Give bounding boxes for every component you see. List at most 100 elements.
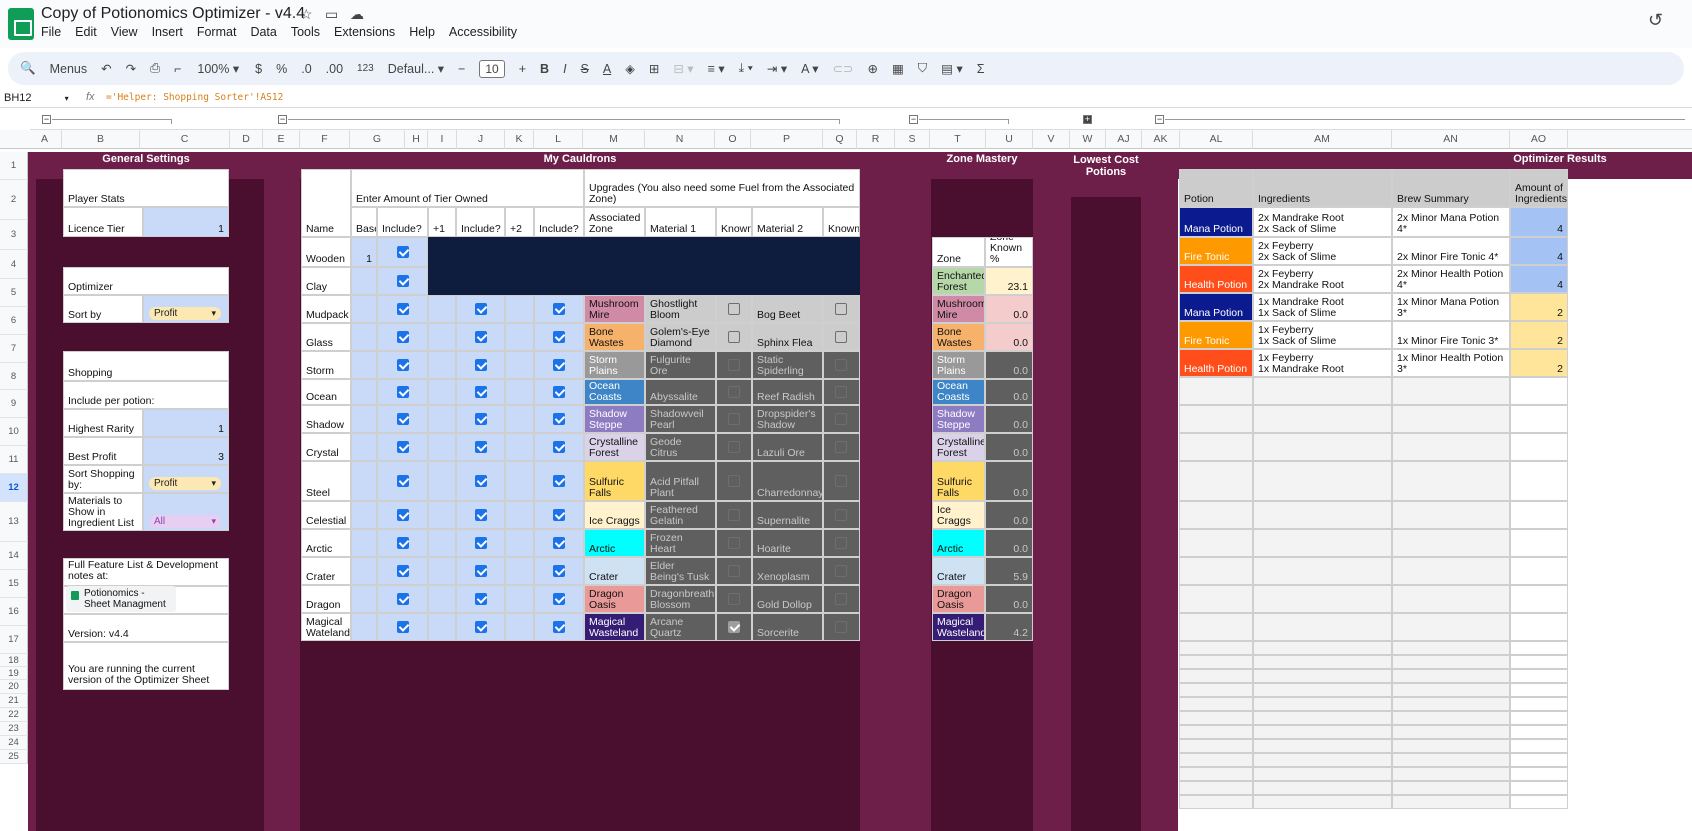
tier-input[interactable] [505,585,534,613]
row-header-2[interactable]: 2 [0,180,28,220]
column-header-an[interactable]: AN [1392,130,1510,149]
cauldron-base-input[interactable] [351,613,377,641]
tier-input[interactable] [428,433,456,461]
column-header-p[interactable]: P [751,130,823,149]
cauldron-base-input[interactable] [351,433,377,461]
row-header-3[interactable]: 3 [0,220,28,250]
include-checkbox[interactable] [474,565,487,577]
merge-icon[interactable]: ⊟ ▾ [673,61,693,76]
include-checkbox[interactable] [396,537,409,549]
include-checkbox[interactable] [474,593,487,605]
sheet-management-link[interactable]: Potionomics - Sheet Managment [66,586,176,612]
column-header-a[interactable]: A [28,130,62,149]
column-header-u[interactable]: U [986,130,1033,149]
include-checkbox[interactable] [396,621,409,633]
sheet-grid[interactable]: General Settings My Cauldrons Zone Maste… [28,152,1692,831]
include-checkbox[interactable] [396,413,409,425]
sum-button[interactable]: Σ [977,62,985,76]
tier-input[interactable] [428,461,456,501]
cauldron-base-input[interactable] [351,557,377,585]
menu-tools[interactable]: Tools [291,25,320,39]
formula-input[interactable]: ='Helper: Shopping Sorter'!AS12 [106,92,283,103]
include-checkbox[interactable] [553,509,565,521]
licence-tier-input[interactable]: 1 [143,207,229,237]
material-2-known-checkbox[interactable] [835,621,847,633]
material-2-known-checkbox[interactable] [835,331,847,343]
search-icon[interactable]: 🔍 [20,61,36,76]
row-header-18[interactable]: 18 [0,654,28,667]
column-header-l[interactable]: L [534,130,583,149]
include-checkbox[interactable] [396,509,409,521]
sheets-logo-icon[interactable] [8,8,34,40]
menu-help[interactable]: Help [409,25,435,39]
history-icon[interactable]: ↺ [1648,10,1663,31]
group-toggle[interactable]: − [278,115,287,124]
menu-edit[interactable]: Edit [75,25,97,39]
column-header-al[interactable]: AL [1180,130,1253,149]
filter-icon[interactable]: ⛉ [918,61,927,76]
column-header-b[interactable]: B [62,130,140,149]
material-2-known-checkbox[interactable] [835,303,847,315]
row-header-20[interactable]: 20 [0,680,28,694]
row-header-1[interactable]: 1 [0,152,28,180]
include-checkbox[interactable] [553,441,565,453]
material-1-known-checkbox[interactable] [728,537,740,549]
include-checkbox[interactable] [553,386,565,398]
column-header-ao[interactable]: AO [1510,130,1568,149]
row-header-11[interactable]: 11 [0,446,28,474]
tier-input[interactable] [505,379,534,405]
cauldron-base-input[interactable] [351,405,377,433]
wrap-icon[interactable]: ⇥ ▾ [767,61,787,76]
bold-button[interactable]: B [540,62,549,76]
valign-icon[interactable]: ⤓ ▾ [739,61,753,76]
star-icon[interactable]: ☆ [300,6,313,23]
menu-accessibility[interactable]: Accessibility [449,25,517,39]
row-header-19[interactable]: 19 [0,667,28,680]
italic-button[interactable]: I [563,62,566,76]
column-header-n[interactable]: N [645,130,715,149]
column-header-q[interactable]: Q [823,130,857,149]
menu-insert[interactable]: Insert [152,25,183,39]
column-header-m[interactable]: M [583,130,645,149]
include-checkbox[interactable] [396,359,409,371]
materials-dropdown[interactable]: All [149,515,221,528]
tier-input[interactable] [505,351,534,379]
group-toggle[interactable]: − [42,115,51,124]
column-header-g[interactable]: G [350,130,405,149]
column-header-am[interactable]: AM [1253,130,1392,149]
material-2-known-checkbox[interactable] [835,565,847,577]
redo-icon[interactable]: ↷ [126,61,136,76]
material-2-known-checkbox[interactable] [835,359,847,371]
row-header-9[interactable]: 9 [0,390,28,418]
font-select[interactable]: Defaul... ▾ [388,61,444,76]
decrease-decimal-button[interactable]: .0 [301,62,311,76]
material-2-known-checkbox[interactable] [835,413,847,425]
include-checkbox[interactable] [474,386,487,398]
tier-input[interactable] [505,323,534,351]
tier-input[interactable] [505,405,534,433]
include-checkbox[interactable] [553,303,565,315]
menu-format[interactable]: Format [197,25,237,39]
row-header-8[interactable]: 8 [0,363,28,390]
include-checkbox[interactable] [474,331,487,343]
column-header-k[interactable]: K [505,130,534,149]
row-header-15[interactable]: 15 [0,570,28,598]
include-checkbox[interactable] [396,565,409,577]
column-header-j[interactable]: J [457,130,505,149]
material-1-known-checkbox[interactable] [728,386,740,398]
include-checkbox[interactable] [474,441,487,453]
tier-input[interactable] [505,613,534,641]
column-header-i[interactable]: I [428,130,457,149]
row-header-5[interactable]: 5 [0,279,28,307]
include-checkbox[interactable] [396,275,409,287]
strikethrough-button[interactable]: S [581,62,589,76]
include-checkbox[interactable] [474,509,487,521]
menu-data[interactable]: Data [250,25,276,39]
row-header-7[interactable]: 7 [0,335,28,363]
include-checkbox[interactable] [396,593,409,605]
tier-input[interactable] [505,295,534,323]
tier-input[interactable] [505,557,534,585]
move-folder-icon[interactable]: ▭ [325,6,338,23]
row-header-14[interactable]: 14 [0,542,28,570]
font-size-increase-icon[interactable]: + [519,62,526,76]
